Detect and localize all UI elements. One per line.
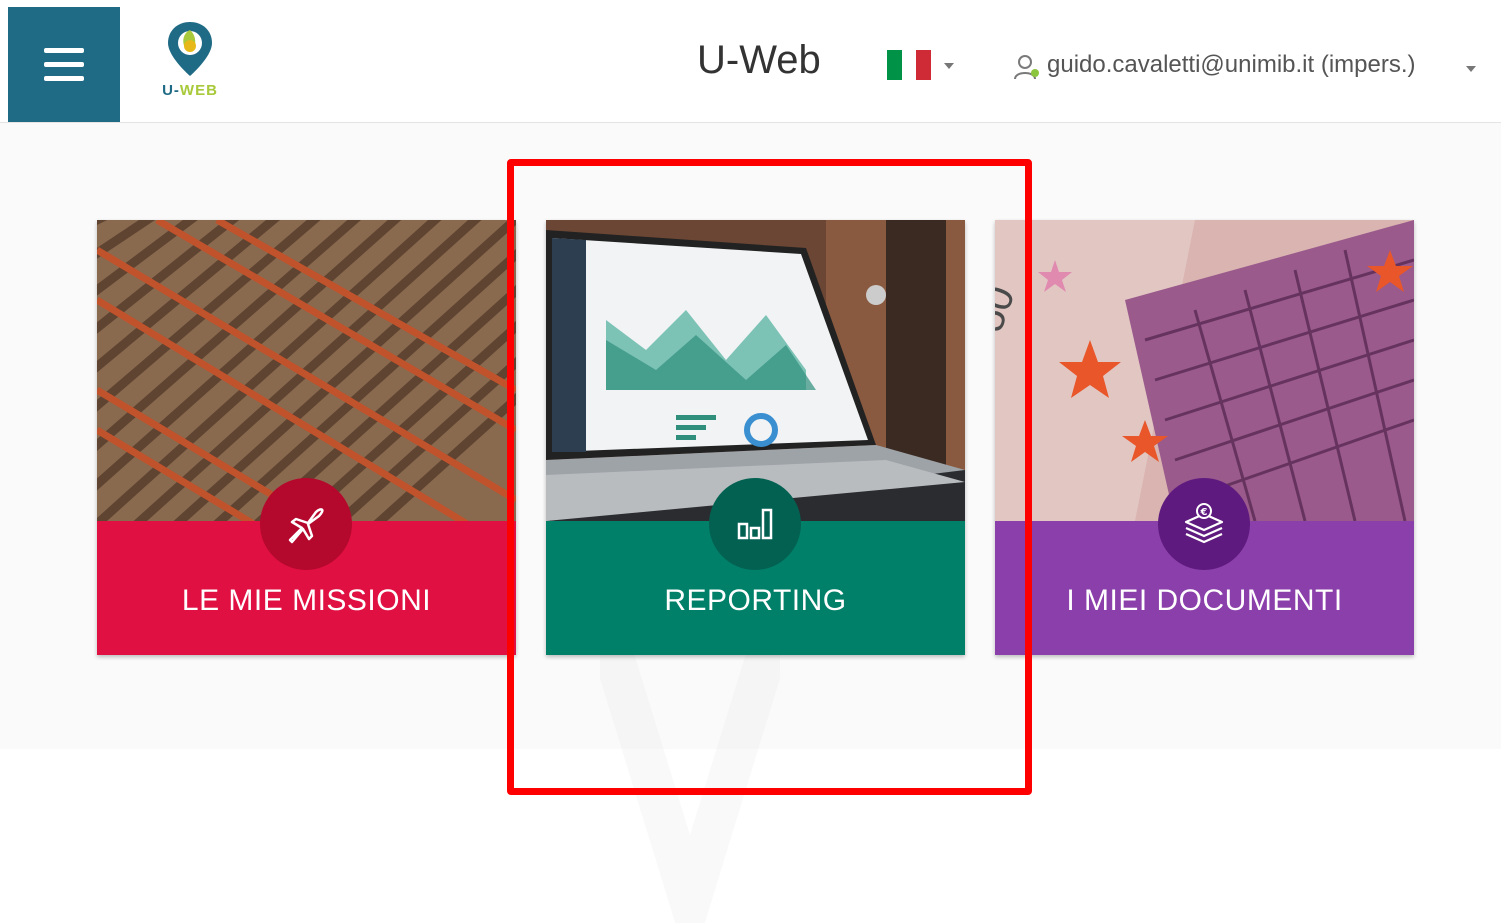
airplane-icon xyxy=(260,478,352,570)
u-web-logo[interactable]: U-WEB xyxy=(145,20,235,110)
tile-label: REPORTING xyxy=(664,584,847,617)
menu-icon-bar xyxy=(44,62,84,67)
watermark-pin-icon xyxy=(600,643,780,923)
user-dropdown-caret-icon[interactable] xyxy=(1466,66,1476,72)
logo-text-left: U- xyxy=(162,82,180,99)
euro-banknotes-image: 50 xyxy=(995,220,1414,521)
tile-i-miei-documenti[interactable]: 50 € I MIEI DOCUMENTI xyxy=(995,220,1414,655)
tile-label: LE MIE MISSIONI xyxy=(181,584,432,617)
logo-text-right: WEB xyxy=(179,82,218,99)
location-pin-icon xyxy=(168,22,212,76)
language-flag-icon[interactable] xyxy=(887,50,932,80)
logo-wordmark: U-WEB xyxy=(147,82,233,99)
menu-icon-bar xyxy=(44,76,84,81)
euro-stack-icon: € xyxy=(1158,478,1250,570)
language-dropdown-caret-icon[interactable] xyxy=(944,63,954,69)
svg-text:€: € xyxy=(1200,507,1208,518)
tile-le-mie-missioni[interactable]: LE MIE MISSIONI xyxy=(97,220,516,655)
tile-reporting[interactable]: REPORTING xyxy=(546,220,965,655)
railway-tracks-image xyxy=(97,220,516,521)
tile-label: I MIEI DOCUMENTI xyxy=(1066,584,1343,617)
menu-icon xyxy=(44,48,84,53)
hamburger-menu-button[interactable] xyxy=(8,7,120,122)
user-menu-label[interactable]: guido.cavaletti@unimib.it (impers.) xyxy=(1047,51,1416,79)
app-title: U-Web xyxy=(697,38,821,82)
laptop-dashboard-image xyxy=(546,220,965,521)
bar-chart-icon xyxy=(709,478,801,570)
top-header: U-WEB U-Web guido.cavaletti@unimib.it (i… xyxy=(0,0,1501,123)
user-icon xyxy=(1014,55,1039,80)
